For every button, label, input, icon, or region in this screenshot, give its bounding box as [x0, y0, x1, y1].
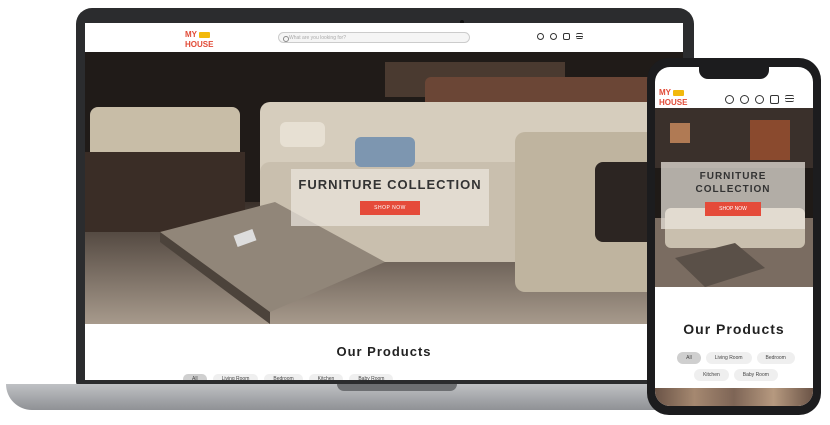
heart-icon[interactable]: [550, 33, 557, 40]
mobile-hero-title-line1: FURNITURE: [699, 171, 767, 182]
phone-notch: [699, 67, 769, 79]
cart-icon[interactable]: [770, 95, 779, 104]
phone-mockup: MY HOUSE FURNITURE COLLECTION SHOP NOW O…: [647, 58, 821, 415]
laptop-mockup: MY HOUSE What are you looking for? FURNI…: [76, 8, 694, 386]
tab-baby-room[interactable]: Baby Room: [733, 369, 778, 381]
tab-baby-room[interactable]: Baby Room: [349, 374, 394, 380]
sofa-logo-icon: [673, 89, 684, 96]
product-image-strip: [655, 388, 813, 406]
phone-screen: MY HOUSE FURNITURE COLLECTION SHOP NOW O…: [655, 67, 813, 406]
mobile-products-heading: Our Products: [683, 321, 785, 337]
hero-banner: FURNITURE COLLECTION SHOP NOW: [85, 52, 683, 324]
shop-now-button[interactable]: SHOP NOW: [360, 201, 420, 215]
mobile-brand-line2: HOUSE: [659, 98, 688, 107]
tab-living-room[interactable]: Living Room: [705, 352, 752, 364]
search-placeholder: What are you looking for?: [289, 35, 346, 41]
sofa-logo-icon: [199, 31, 210, 38]
user-icon[interactable]: [537, 33, 544, 40]
tab-all[interactable]: All: [677, 352, 701, 364]
mobile-header-icons: [725, 95, 794, 104]
search-icon: [283, 36, 289, 42]
laptop-screen: MY HOUSE What are you looking for? FURNI…: [85, 23, 683, 380]
cart-icon[interactable]: [563, 33, 570, 40]
site-header: MY HOUSE What are you looking for?: [85, 23, 683, 52]
brand-line1: MY: [185, 30, 197, 39]
mobile-header: MY HOUSE: [655, 79, 813, 109]
tab-kitchen[interactable]: Kitchen: [308, 374, 344, 380]
search-icon[interactable]: [725, 95, 734, 104]
mobile-brand-line1: MY: [659, 88, 671, 97]
menu-icon[interactable]: [576, 33, 583, 39]
hero-card: FURNITURE COLLECTION SHOP NOW: [291, 169, 489, 226]
search-input[interactable]: What are you looking for?: [278, 32, 470, 43]
user-icon[interactable]: [740, 95, 749, 104]
hero-title: FURNITURE COLLECTION: [298, 177, 482, 192]
mobile-category-tabs: All Living Room Bedroom Kitchen Baby Roo…: [663, 352, 809, 381]
tab-all[interactable]: All: [183, 374, 207, 380]
tab-kitchen[interactable]: Kitchen: [694, 369, 729, 381]
brand-line2: HOUSE: [185, 40, 214, 49]
menu-icon[interactable]: [785, 95, 794, 102]
products-heading: Our Products: [336, 344, 432, 359]
mobile-shop-now-button[interactable]: SHOP NOW: [705, 202, 761, 216]
heart-icon[interactable]: [755, 95, 764, 104]
brand-logo[interactable]: MY HOUSE: [185, 30, 213, 50]
mobile-hero-banner: FURNITURE COLLECTION SHOP NOW: [655, 108, 813, 287]
mobile-hero-title-line2: COLLECTION: [695, 184, 771, 195]
category-tabs: All Living Room Bedroom Kitchen Baby Roo…: [183, 374, 394, 380]
mobile-brand-logo[interactable]: MY HOUSE: [659, 88, 687, 108]
tab-bedroom[interactable]: Bedroom: [264, 374, 303, 380]
mobile-hero-card: FURNITURE COLLECTION SHOP NOW: [661, 162, 805, 229]
header-icons: [537, 33, 583, 40]
mobile-hero-title: FURNITURE COLLECTION: [661, 170, 805, 196]
laptop-notch: [337, 384, 457, 391]
tab-bedroom[interactable]: Bedroom: [756, 352, 795, 364]
tab-living-room[interactable]: Living Room: [212, 374, 259, 380]
